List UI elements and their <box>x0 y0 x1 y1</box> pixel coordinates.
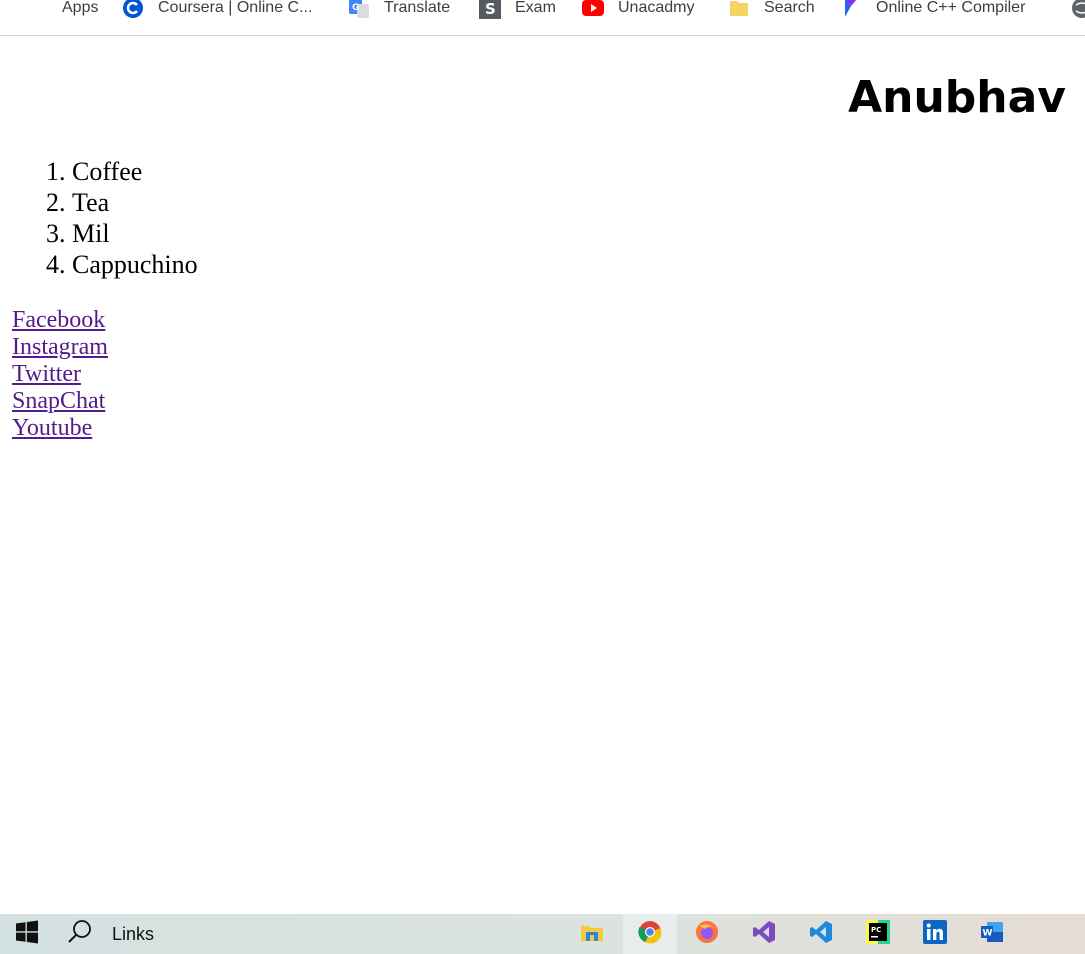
bookmark-label: Apps <box>62 0 99 16</box>
coursera-icon <box>122 0 144 19</box>
page-heading: Anubhav <box>848 72 1066 123</box>
folder-icon <box>728 0 750 19</box>
link-snapchat[interactable]: SnapChat <box>12 388 105 415</box>
linkedin-icon <box>923 919 947 949</box>
compiler-icon <box>840 0 862 19</box>
link-twitter[interactable]: Twitter <box>12 361 81 388</box>
list-item: Mil <box>72 218 198 249</box>
bookmark-exam[interactable]: S Exam <box>479 0 556 22</box>
link-youtube[interactable]: Youtube <box>12 415 92 442</box>
taskbar-file-explorer[interactable] <box>569 914 615 954</box>
taskbar-firefox[interactable] <box>684 914 730 954</box>
taskbar-pycharm[interactable]: PC <box>855 914 901 954</box>
windows-icon <box>15 920 39 949</box>
vscode-icon <box>809 920 833 949</box>
link-facebook[interactable]: Facebook <box>12 307 105 334</box>
bookmarks-bar: Apps Coursera | Online C... G Translate … <box>0 0 1085 36</box>
drinks-list: Coffee Tea Mil Cappuchino <box>32 156 198 280</box>
exam-icon: S <box>479 0 501 19</box>
bookmark-apps[interactable]: Apps <box>22 0 98 22</box>
link-instagram[interactable]: Instagram <box>12 334 108 361</box>
bookmark-label: Unacadmy <box>618 0 695 16</box>
svg-text:PC: PC <box>871 926 881 934</box>
social-links: Facebook Instagram Twitter SnapChat Yout… <box>12 307 108 442</box>
word-icon: W <box>980 920 1004 949</box>
firefox-icon <box>695 920 719 949</box>
svg-text:G: G <box>352 3 359 13</box>
chrome-icon <box>638 920 662 949</box>
pycharm-icon: PC <box>866 919 890 949</box>
list-item: Tea <box>72 187 198 218</box>
taskbar-visual-studio[interactable] <box>741 914 787 954</box>
globe-icon <box>1071 0 1085 19</box>
taskbar-search[interactable]: Links <box>62 914 162 954</box>
taskbar-word[interactable]: W <box>969 914 1015 954</box>
file-explorer-icon <box>580 920 604 949</box>
youtube-icon <box>582 0 604 19</box>
apps-grid-icon <box>22 0 48 21</box>
bookmark-overflow[interactable] <box>1071 0 1085 22</box>
bookmark-translate[interactable]: G Translate <box>348 0 450 22</box>
taskbar-chrome[interactable] <box>623 914 677 954</box>
bookmark-coursera[interactable]: Coursera | Online C... <box>122 0 312 22</box>
bookmark-label: Online C++ Compiler <box>876 0 1026 16</box>
svg-text:S: S <box>485 0 496 18</box>
bookmark-label: Coursera | Online C... <box>158 0 313 16</box>
bookmark-label: Search <box>764 0 815 16</box>
bookmark-label: Exam <box>515 0 556 16</box>
list-item: Cappuchino <box>72 249 198 280</box>
visual-studio-icon <box>752 920 776 949</box>
bookmark-unacadmy[interactable]: Unacadmy <box>582 0 694 22</box>
list-item: Coffee <box>72 156 198 187</box>
start-button[interactable] <box>0 914 54 954</box>
taskbar: Links PC W <box>0 914 1085 954</box>
taskbar-search-label: Links <box>112 923 155 944</box>
bookmark-label: Translate <box>384 0 451 16</box>
bookmark-cpp-compiler[interactable]: Online C++ Compiler <box>840 0 1025 22</box>
taskbar-vscode[interactable] <box>798 914 844 954</box>
search-icon <box>66 918 94 951</box>
google-translate-icon: G <box>348 0 370 19</box>
svg-text:W: W <box>983 928 993 938</box>
taskbar-linkedin[interactable] <box>912 914 958 954</box>
bookmark-search[interactable]: Search <box>728 0 815 22</box>
